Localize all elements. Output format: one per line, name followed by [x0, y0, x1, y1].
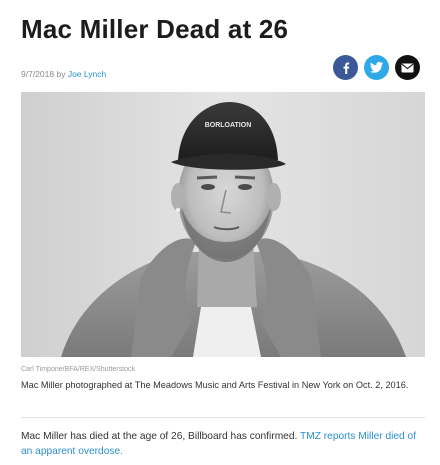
facebook-icon: [343, 62, 349, 74]
publish-date: 9/7/2018: [21, 69, 55, 79]
article-meta: 9/7/2018 by Joe Lynch: [21, 69, 106, 79]
email-icon: [401, 63, 414, 72]
article-photo: BORLOATION: [21, 92, 425, 357]
article-page: Mac Miller Dead at 26 9/7/2018 by Joe Ly…: [0, 0, 440, 465]
share-buttons: [333, 55, 420, 80]
section-divider: [21, 417, 425, 418]
facebook-share-button[interactable]: [333, 55, 358, 80]
photo-caption: Mac Miller photographed at The Meadows M…: [21, 380, 409, 390]
email-share-button[interactable]: [395, 55, 420, 80]
author-link[interactable]: Joe Lynch: [68, 69, 106, 79]
twitter-share-button[interactable]: [364, 55, 389, 80]
article-body: Mac Miller has died at the age of 26, Bi…: [21, 429, 425, 459]
byline-label: by: [56, 69, 66, 79]
photo-credit: Carl Timpone/BFA/REX/Shutterstock: [21, 366, 135, 373]
twitter-icon: [370, 62, 383, 73]
portrait-image: BORLOATION: [21, 92, 425, 357]
body-paragraph: Mac Miller has died at the age of 26, Bi…: [21, 431, 298, 442]
article-headline: Mac Miller Dead at 26: [21, 14, 289, 44]
cap-logo-text: BORLOATION: [205, 122, 252, 129]
